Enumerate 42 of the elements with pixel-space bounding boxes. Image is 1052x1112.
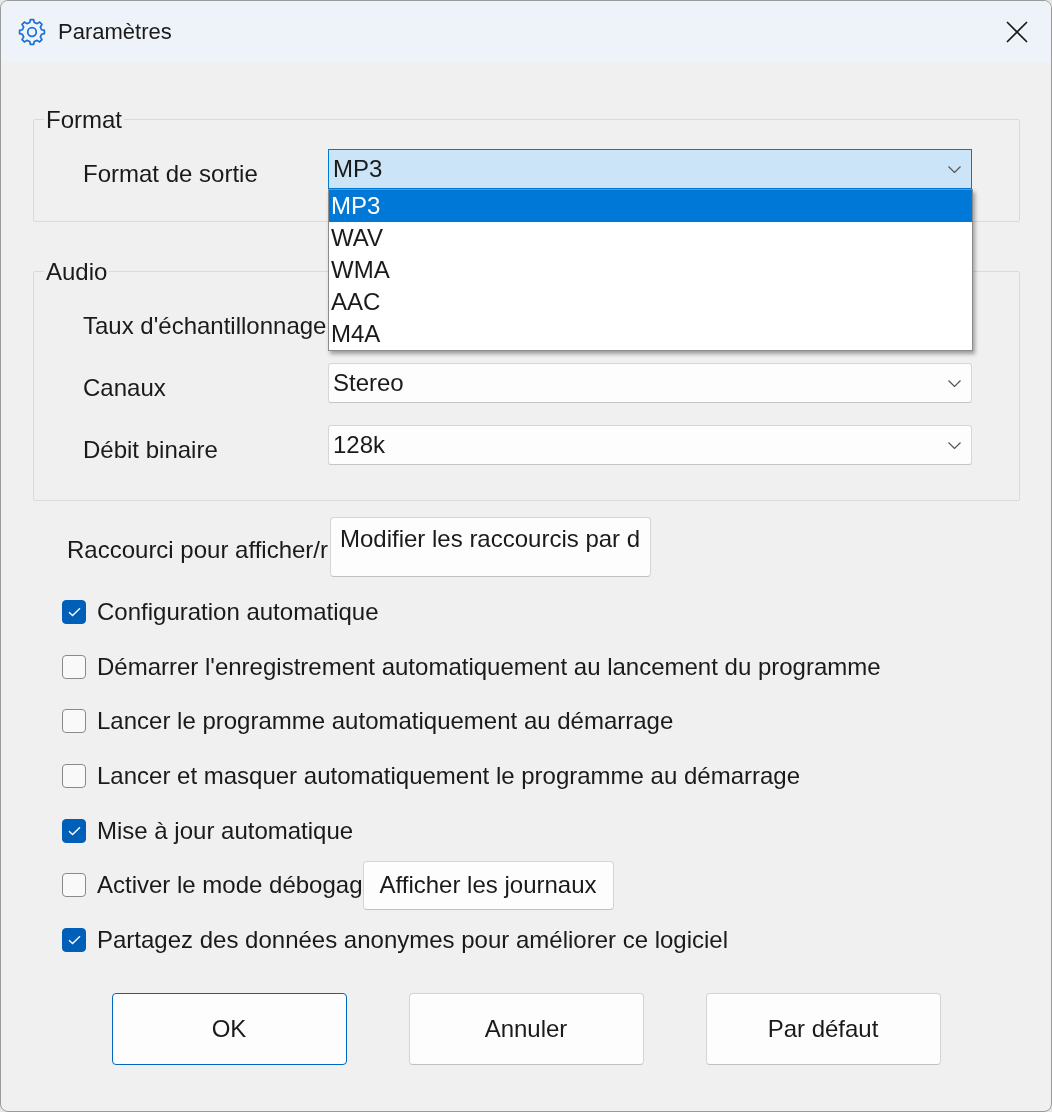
close-icon (1006, 20, 1028, 43)
window-title: Paramètres (58, 18, 172, 45)
view-logs-button[interactable]: Afficher les journaux (362, 860, 614, 910)
checkbox-label: Partagez des données anonymes pour améliorer ce logiciel (97, 925, 729, 954)
field-label: Format de sortie (83, 159, 259, 189)
checkbox[interactable] (62, 709, 86, 734)
checkbox[interactable] (62, 818, 86, 843)
edit-shortcuts-button[interactable]: Modifier les raccourcis par d (330, 517, 652, 577)
checkbox-label: Lancer le programme automatiquement au démarrage (97, 707, 674, 736)
settings-icon (18, 17, 46, 46)
checkbox[interactable] (62, 654, 86, 679)
field-label: Débit binaire (83, 435, 219, 465)
chevron-down-icon (948, 165, 961, 173)
field-label: Raccourci pour afficher/r (67, 535, 329, 564)
dropdown[interactable]: 128k (328, 425, 972, 465)
dialog-button[interactable]: Par défaut (705, 992, 941, 1065)
checkbox-label: Démarrer l'enregistrement automatiquement au lancement du programme (97, 652, 881, 681)
checkbox[interactable] (62, 873, 86, 898)
check-icon (67, 825, 81, 836)
close-button[interactable] (1006, 20, 1028, 43)
dialog-button[interactable]: Annuler (408, 992, 644, 1065)
checkbox[interactable] (62, 927, 86, 952)
dropdown-option[interactable]: WAV (329, 222, 972, 254)
field-label: Taux d'échantillonnage (83, 311, 328, 341)
dropdown-option[interactable]: AAC (329, 286, 972, 318)
dropdown[interactable]: Stereo (328, 363, 972, 403)
dialog-button[interactable]: OK (111, 992, 347, 1065)
dropdown-option[interactable]: WMA (329, 254, 972, 286)
checkbox-label: Configuration automatique (97, 598, 379, 626)
checkbox[interactable] (62, 600, 86, 624)
dropdown-option[interactable]: M4A (329, 318, 972, 350)
checkbox-label: Lancer et masquer automatiquement le programme au démarrage (97, 762, 801, 790)
chevron-down-icon (948, 379, 961, 387)
dropdown-option[interactable]: MP3 (329, 190, 972, 222)
chevron-down-icon (948, 441, 961, 449)
check-icon (67, 934, 81, 945)
checkbox-label: Activer le mode débogag (97, 871, 363, 900)
checkbox-label: Mise à jour automatique (97, 816, 354, 845)
checkbox[interactable] (62, 764, 86, 788)
format-dropdown[interactable]: MP3 (328, 149, 972, 189)
field-label: Canaux (83, 373, 167, 403)
check-icon (67, 607, 81, 617)
